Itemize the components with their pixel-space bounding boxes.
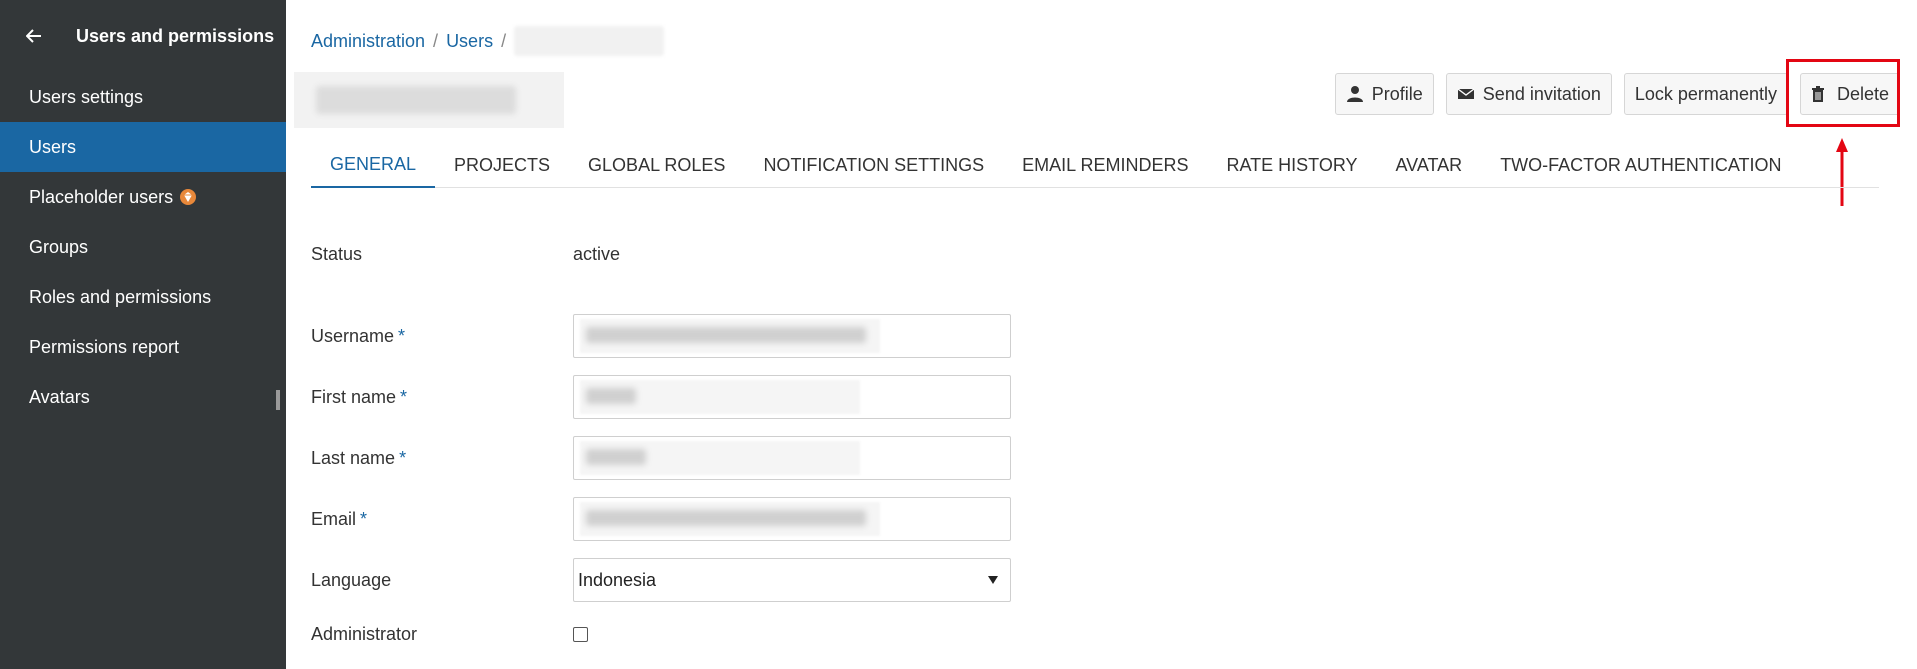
sidebar-item-label: Roles and permissions (29, 286, 212, 307)
tab-rate-history[interactable]: RATE HISTORY (1207, 142, 1376, 188)
tab-notification-settings[interactable]: NOTIFICATION SETTINGS (744, 142, 1003, 188)
main-content: Administration / Users / Profile Send in… (286, 0, 1917, 669)
profile-button-label: Profile (1371, 83, 1423, 104)
language-select[interactable]: Indonesia (573, 558, 1011, 602)
sidebar-item-users[interactable]: Users (0, 122, 286, 172)
sidebar-item-users-settings[interactable]: Users settings (0, 72, 286, 122)
language-row: Language Indonesia (311, 558, 1011, 602)
back-arrow-icon[interactable] (26, 25, 48, 47)
enterprise-icon (179, 188, 197, 206)
sidebar: Users and permissions Users settings Use… (0, 0, 286, 669)
language-label: Language (311, 569, 392, 590)
sidebar-item-label: Placeholder users (29, 186, 174, 207)
envelope-icon (1457, 85, 1475, 103)
email-label: Email * (311, 508, 368, 529)
administrator-row: Administrator (311, 624, 588, 645)
administrator-checkbox[interactable] (573, 627, 588, 642)
tab-email-reminders[interactable]: EMAIL REMINDERS (1003, 142, 1207, 188)
breadcrumb-users[interactable]: Users (446, 31, 493, 52)
first-name-field[interactable] (573, 375, 1011, 419)
lock-permanently-button[interactable]: Lock permanently (1623, 73, 1788, 115)
email-field[interactable] (573, 497, 1011, 541)
sidebar-item-permissions-report[interactable]: Permissions report (0, 322, 286, 372)
sidebar-item-label: Users (29, 136, 77, 157)
email-row: Email * (311, 497, 1011, 541)
status-label: Status (311, 244, 363, 264)
sidebar-item-label: Permissions report (29, 336, 180, 357)
last-name-row: Last name * (311, 436, 1011, 480)
sidebar-item-placeholder-users[interactable]: Placeholder users (0, 172, 286, 222)
first-name-row: First name * (311, 375, 1011, 419)
status-row: Status active (311, 244, 620, 265)
user-icon (1346, 85, 1364, 103)
breadcrumb-separator: / (501, 30, 507, 51)
sidebar-item-label: Users settings (29, 86, 144, 107)
tab-global-roles[interactable]: GLOBAL ROLES (569, 142, 744, 188)
tab-general[interactable]: GENERAL (311, 142, 436, 188)
breadcrumb-current-user-redacted (514, 26, 665, 56)
sidebar-item-roles-and-permissions[interactable]: Roles and permissions (0, 272, 286, 322)
send-invitation-button[interactable]: Send invitation (1445, 73, 1612, 115)
language-select-value: Indonesia (578, 569, 657, 590)
username-row: Username * (311, 314, 1011, 358)
username-label: Username * (311, 325, 406, 346)
lock-permanently-button-label: Lock permanently (1634, 83, 1777, 104)
first-name-label: First name * (311, 386, 408, 407)
tab-projects[interactable]: PROJECTS (435, 142, 569, 188)
tab-bar: GENERAL PROJECTS GLOBAL ROLES NOTIFICATI… (311, 142, 1879, 188)
sidebar-title: Users and permissions (76, 25, 275, 46)
administrator-label: Administrator (311, 624, 418, 644)
delete-highlight-box (1786, 59, 1900, 127)
sidebar-resize-handle[interactable] (276, 390, 280, 410)
status-value: active (573, 244, 621, 264)
sidebar-item-label: Avatars (29, 386, 90, 407)
sidebar-item-label: Groups (29, 236, 89, 257)
page-title-redacted (294, 72, 564, 128)
breadcrumb-separator: / (433, 30, 439, 51)
breadcrumb-administration[interactable]: Administration (311, 31, 425, 52)
chevron-down-icon (988, 576, 998, 584)
send-invitation-button-label: Send invitation (1482, 83, 1601, 104)
breadcrumb: Administration / Users / (311, 26, 665, 56)
tab-two-factor-authentication[interactable]: TWO-FACTOR AUTHENTICATION (1481, 142, 1800, 188)
tab-avatar[interactable]: AVATAR (1377, 142, 1482, 188)
last-name-label: Last name * (311, 447, 407, 468)
sidebar-item-groups[interactable]: Groups (0, 222, 286, 272)
sidebar-header: Users and permissions (0, 0, 286, 72)
last-name-field[interactable] (573, 436, 1011, 480)
sidebar-item-avatars[interactable]: Avatars (0, 372, 286, 422)
username-field[interactable] (573, 314, 1011, 358)
profile-button[interactable]: Profile (1334, 73, 1434, 115)
